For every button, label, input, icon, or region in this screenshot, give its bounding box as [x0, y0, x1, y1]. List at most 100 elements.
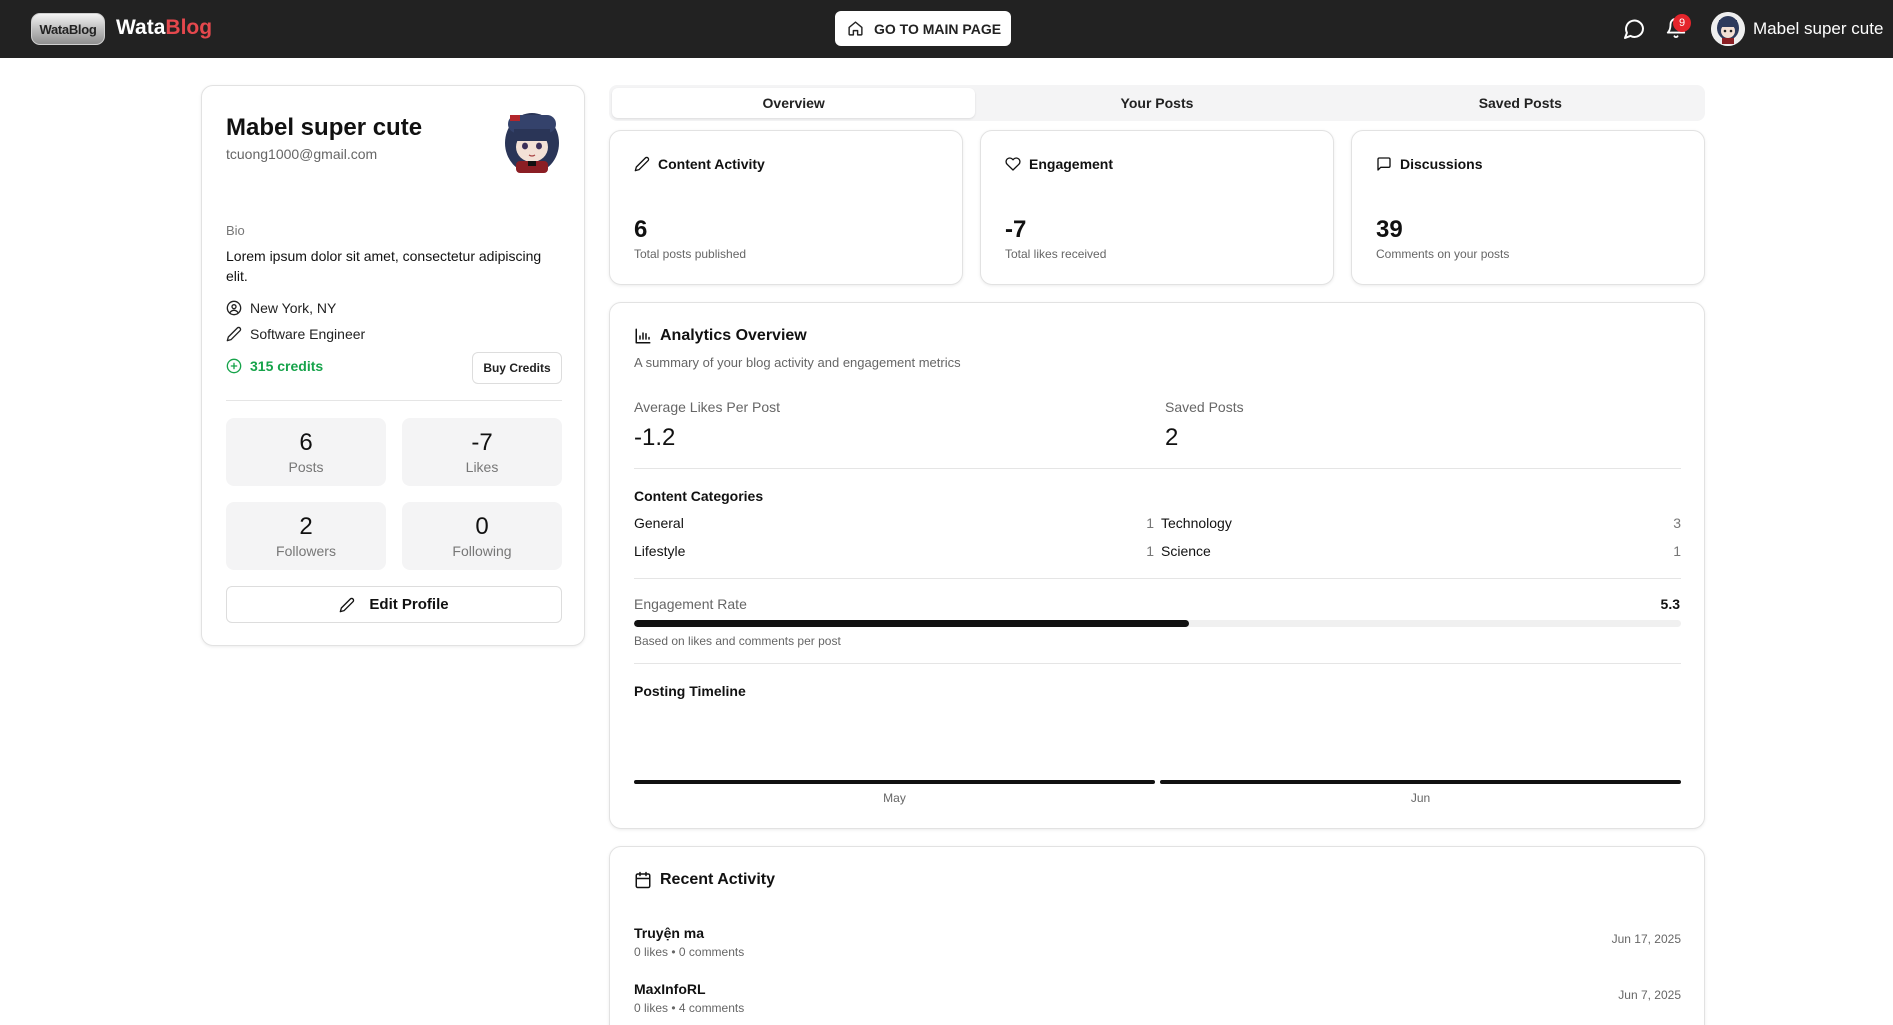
profile-email: tcuong1000@gmail.com — [226, 146, 378, 162]
list-item[interactable]: Truyện ma 0 likes • 0 comments Jun 17, 2… — [634, 925, 1681, 959]
home-icon — [848, 21, 863, 36]
card-title: Engagement — [1029, 156, 1114, 172]
user-menu[interactable]: Mabel super cute — [1711, 12, 1883, 46]
divider — [634, 663, 1681, 664]
card-title: Content Activity — [658, 156, 765, 172]
notifications-button[interactable]: 9 — [1665, 14, 1691, 43]
location-row: New York, NY — [226, 300, 336, 316]
stat-following[interactable]: 0 Following — [402, 502, 562, 570]
stat-value: 0 — [475, 513, 489, 540]
occupation-text: Software Engineer — [250, 326, 366, 342]
edit-profile-label: Edit Profile — [369, 596, 449, 613]
engagement-card: Engagement -7 Total likes received — [980, 130, 1334, 285]
timeline-bar-jun — [1160, 780, 1681, 784]
recent-activity-title-text: Recent Activity — [660, 871, 775, 888]
pencil-icon — [634, 156, 650, 172]
occupation-row: Software Engineer — [226, 326, 365, 342]
category-name: Technology — [1161, 515, 1232, 531]
credits-text: 315 credits — [250, 358, 324, 374]
category-name: Science — [1161, 543, 1211, 559]
avg-likes-value: -1.2 — [634, 424, 676, 451]
divider — [634, 468, 1681, 469]
buy-credits-button[interactable]: Buy Credits — [472, 352, 562, 384]
category-row: Science 1 — [1161, 543, 1681, 559]
brand-name[interactable]: WataBlog — [116, 16, 212, 40]
bio-label: Bio — [226, 223, 245, 238]
engagement-note: Based on likes and comments per post — [634, 634, 841, 648]
message-square-icon — [1377, 157, 1391, 171]
profile-tabs: Overview Your Posts Saved Posts — [609, 85, 1705, 121]
stat-label: Posts — [288, 459, 324, 475]
discussions-card: Discussions 39 Comments on your posts — [1351, 130, 1705, 285]
content-activity-card: Content Activity 6 Total posts published — [609, 130, 963, 285]
stat-likes: -7 Likes — [402, 418, 562, 486]
user-circle-icon — [226, 300, 242, 316]
go-to-main-page-button[interactable]: GO TO MAIN PAGE — [835, 11, 1011, 46]
avg-likes-label: Average Likes Per Post — [634, 399, 781, 415]
activity-date: Jun 17, 2025 — [1611, 932, 1681, 946]
analytics-title: Analytics Overview — [634, 327, 807, 345]
card-value: 6 — [634, 216, 648, 243]
card-subtitle: Comments on your posts — [1376, 247, 1510, 261]
engagement-rate-label: Engagement Rate — [634, 596, 747, 612]
tab-overview[interactable]: Overview — [612, 88, 976, 118]
analytics-description: A summary of your blog activity and enga… — [634, 355, 961, 370]
avatar-image — [1711, 12, 1745, 46]
stat-value: 2 — [299, 513, 313, 540]
profile-avatar — [505, 113, 559, 173]
brand-second: Blog — [165, 16, 213, 39]
site-logo[interactable]: WataBlog — [31, 13, 105, 45]
edit-profile-button[interactable]: Edit Profile — [226, 586, 562, 623]
card-header: Content Activity — [634, 156, 765, 172]
logo-text: WataBlog — [39, 21, 97, 37]
engagement-rate-value: 5.3 — [1660, 596, 1680, 612]
top-navbar: WataBlog WataBlog GO TO MAIN PAGE 9 Mabe… — [0, 0, 1893, 58]
analytics-overview-card: Analytics Overview A summary of your blo… — [609, 302, 1705, 829]
posting-timeline-title: Posting Timeline — [634, 683, 746, 699]
pencil-icon — [226, 326, 242, 342]
stat-label: Following — [452, 543, 512, 559]
location-text: New York, NY — [250, 300, 337, 316]
activity-title: MaxInfoRL — [634, 981, 706, 997]
tab-saved-posts[interactable]: Saved Posts — [1339, 88, 1702, 118]
notification-count-badge: 9 — [1673, 14, 1691, 32]
calendar-icon — [635, 871, 651, 889]
card-value: -7 — [1005, 216, 1027, 243]
card-value: 39 — [1376, 216, 1403, 243]
stat-posts: 6 Posts — [226, 418, 386, 486]
activity-meta: 0 likes • 4 comments — [634, 1001, 745, 1015]
timeline-bar-may — [634, 780, 1155, 784]
stat-value: 6 — [299, 429, 313, 456]
stat-followers[interactable]: 2 Followers — [226, 502, 386, 570]
category-row: Lifestyle 1 — [634, 543, 1154, 559]
content-categories-title: Content Categories — [634, 488, 764, 504]
profile-name: Mabel super cute — [226, 114, 423, 141]
engagement-progress-bar — [634, 620, 1681, 627]
category-name: General — [634, 515, 684, 531]
analytics-title-text: Analytics Overview — [660, 327, 807, 344]
divider — [634, 578, 1681, 579]
activity-title: Truyện ma — [634, 925, 705, 941]
bio-text: Lorem ipsum dolor sit amet, consectetur … — [226, 248, 542, 284]
category-count: 1 — [1146, 543, 1154, 559]
stat-value: -7 — [471, 429, 493, 456]
stat-label: Followers — [276, 543, 336, 559]
main-page-label: GO TO MAIN PAGE — [874, 20, 1002, 37]
profile-card: Mabel super cute tcuong1000@gmail.com Bi… — [201, 85, 585, 646]
timeline-label: Jun — [1410, 791, 1431, 805]
saved-posts-value: 2 — [1165, 424, 1179, 451]
credits-row: 315 credits — [226, 358, 323, 374]
chat-icon[interactable] — [1622, 17, 1646, 41]
list-item[interactable]: MaxInfoRL 0 likes • 4 comments Jun 7, 20… — [634, 981, 1681, 1015]
bar-chart-icon — [635, 328, 651, 344]
engagement-progress-fill — [634, 620, 1189, 627]
tab-your-posts[interactable]: Your Posts — [975, 88, 1338, 118]
divider — [226, 400, 562, 401]
avatar — [1711, 12, 1745, 46]
pencil-icon — [340, 597, 355, 612]
timeline-label: May — [883, 791, 906, 805]
activity-meta: 0 likes • 0 comments — [634, 945, 745, 959]
brand-first: Wata — [116, 16, 166, 39]
card-title: Discussions — [1400, 156, 1483, 172]
saved-posts-label: Saved Posts — [1165, 399, 1244, 415]
